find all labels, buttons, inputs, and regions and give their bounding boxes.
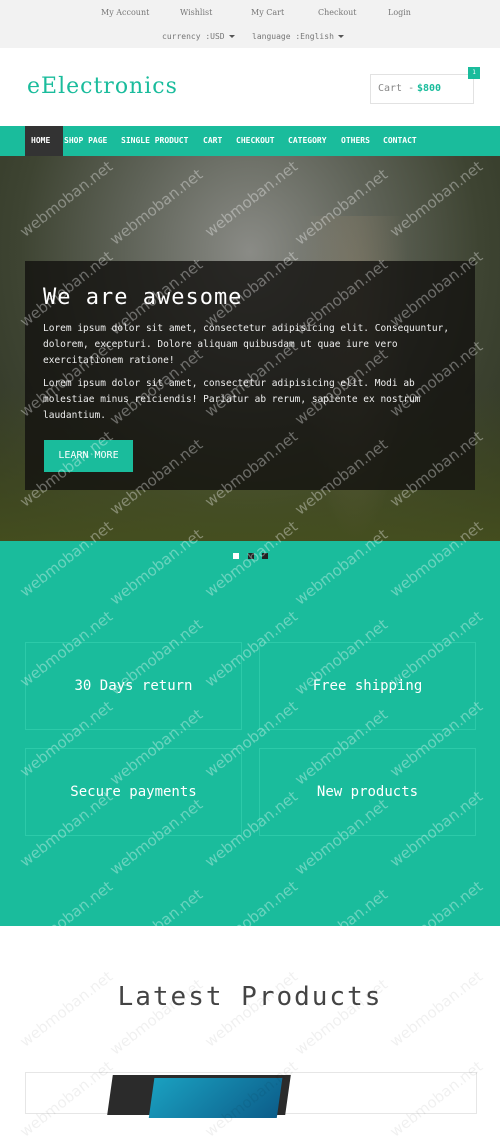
login-link[interactable]: Login <box>388 8 411 17</box>
feature-new-products: New products <box>259 748 476 836</box>
slide-dot-1[interactable] <box>233 553 239 559</box>
account-links: My Account Wishlist My Cart Checkout Log… <box>0 8 500 22</box>
main-nav: HOME SHOP PAGE SINGLE PRODUCT CART CHECK… <box>0 126 500 156</box>
my-account-link[interactable]: My Account <box>101 8 149 17</box>
cart-count-badge: 1 <box>468 67 480 79</box>
product-screen <box>148 1078 283 1118</box>
top-bar: My Account Wishlist My Cart Checkout Log… <box>0 0 500 48</box>
hero-paragraph-1: Lorem ipsum dolor sit amet, consectetur … <box>43 323 450 366</box>
product-image[interactable] <box>107 1075 291 1118</box>
language-label: language :English <box>252 32 334 41</box>
feature-30-days-return: 30 Days return <box>25 642 242 730</box>
site-logo[interactable]: eElectronics <box>27 74 178 99</box>
nav-item-checkout[interactable]: CHECKOUT <box>236 126 275 156</box>
nav-item-others[interactable]: OTHERS <box>341 126 370 156</box>
nav-item-category[interactable]: CATEGORY <box>288 126 327 156</box>
cart-amount: $800 <box>417 83 442 94</box>
nav-item-shop-page[interactable]: SHOP PAGE <box>64 126 107 156</box>
feature-secure-payments: Secure payments <box>25 748 242 836</box>
learn-more-button[interactable]: LEARN MORE <box>44 440 133 472</box>
currency-label: currency :USD <box>162 32 225 41</box>
my-cart-link[interactable]: My Cart <box>251 8 284 17</box>
chevron-down-icon <box>228 35 235 38</box>
features-section: 30 Days return Free shipping Secure paym… <box>0 541 500 926</box>
latest-products-heading: Latest Products <box>117 982 383 1012</box>
nav-item-contact[interactable]: CONTACT <box>383 126 417 156</box>
slide-dot-2[interactable] <box>248 553 254 559</box>
nav-item-cart[interactable]: CART <box>203 126 222 156</box>
nav-item-home[interactable]: HOME <box>25 126 63 156</box>
nav-item-single-product[interactable]: SINGLE PRODUCT <box>121 126 188 156</box>
cart-summary-button[interactable]: Cart - $800 <box>370 74 474 104</box>
language-dropdown[interactable]: language :English <box>252 32 344 41</box>
hero-title: We are awesome <box>43 285 243 310</box>
slide-dot-3[interactable] <box>262 553 268 559</box>
chevron-down-icon <box>337 35 344 38</box>
hero-slider: We are awesome Lorem ipsum dolor sit ame… <box>0 156 500 541</box>
hero-caption: We are awesome Lorem ipsum dolor sit ame… <box>25 261 475 490</box>
currency-dropdown[interactable]: currency :USD <box>162 32 235 41</box>
hero-paragraph-2: Lorem ipsum dolor sit amet, consectetur … <box>43 378 421 421</box>
wishlist-link[interactable]: Wishlist <box>180 8 212 17</box>
checkout-link[interactable]: Checkout <box>318 8 357 17</box>
feature-free-shipping: Free shipping <box>259 642 476 730</box>
cart-label: Cart - <box>378 83 415 94</box>
slider-pagination <box>233 553 273 561</box>
